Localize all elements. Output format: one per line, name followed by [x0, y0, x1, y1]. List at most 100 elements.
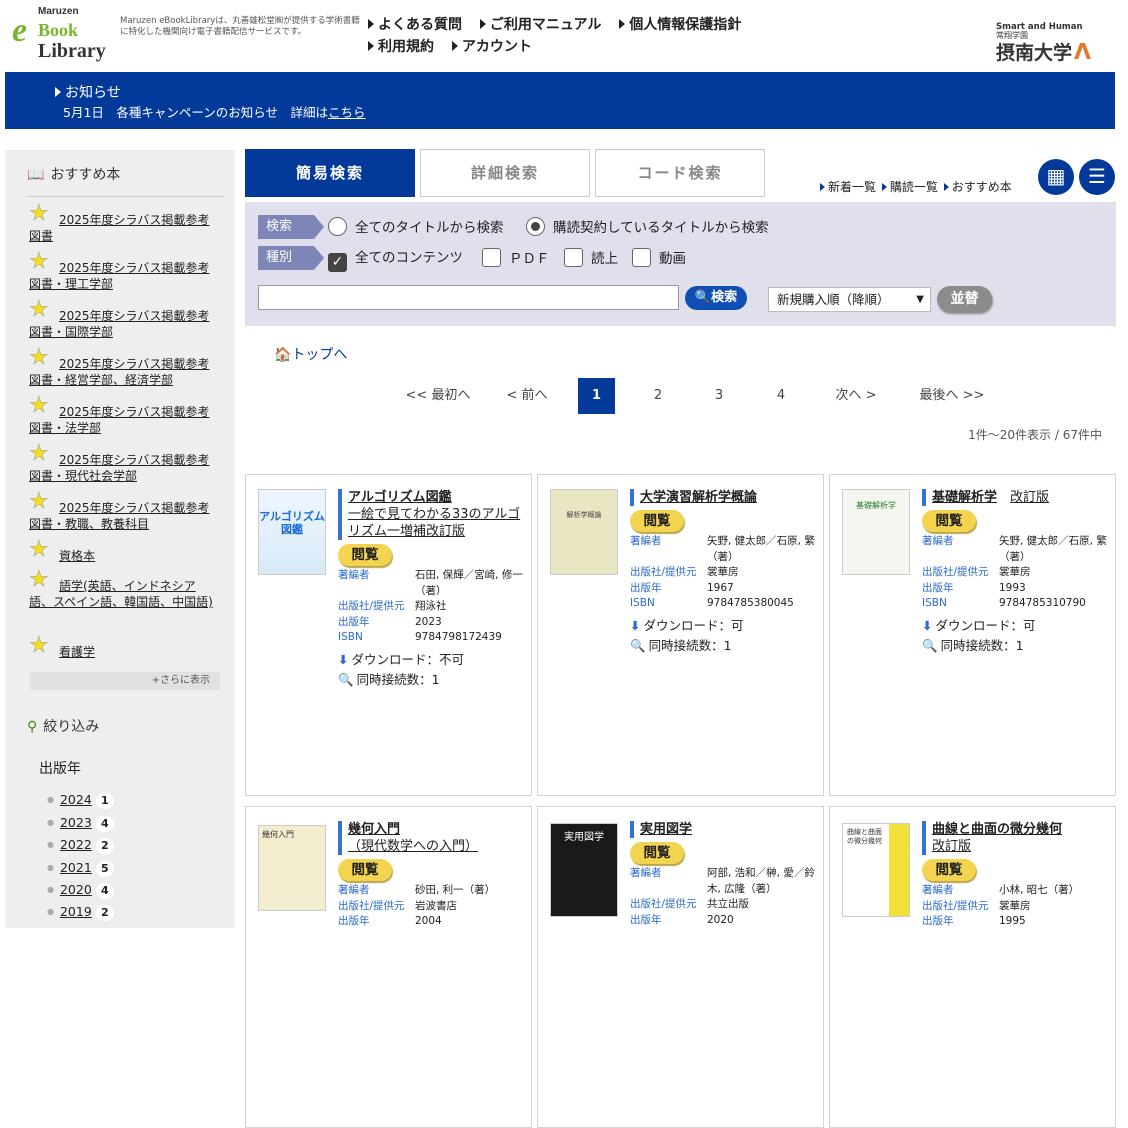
- link-recommended[interactable]: おすすめ本: [944, 180, 1012, 194]
- view-button[interactable]: 閲覧: [630, 510, 684, 532]
- nav-manual[interactable]: ご利用マニュアル: [480, 14, 602, 36]
- radio-icon[interactable]: [328, 217, 347, 236]
- book-title[interactable]: 幾何入門 （現代数学への入門）: [338, 821, 523, 855]
- view-button[interactable]: 閲覧: [922, 510, 976, 532]
- book-title[interactable]: 実用図学: [630, 821, 815, 838]
- book-subtitle[interactable]: （現代数学への入門）: [348, 839, 478, 854]
- recommend-item-link[interactable]: 2025年度シラバス掲載参考図書: [29, 213, 209, 243]
- home-link[interactable]: 🏠トップへ: [274, 344, 347, 364]
- book-subtitle[interactable]: 改訂版: [1010, 490, 1049, 505]
- recommend-item[interactable]: ★ 2025年度シラバス掲載参考図書・国際学部: [29, 298, 219, 340]
- book-cover[interactable]: 解析学概論: [550, 489, 618, 575]
- nav-privacy[interactable]: 個人情報保護指針: [619, 14, 741, 36]
- view-button[interactable]: 閲覧: [338, 544, 392, 566]
- ebook-library-logo[interactable]: Maruzen e Book Library: [12, 6, 112, 66]
- book-title[interactable]: アルゴリズム図鑑一絵で見てわかる33のアルゴリズム一増補改訂版: [338, 489, 523, 540]
- year-link[interactable]: 2019: [60, 904, 92, 919]
- page-last[interactable]: 最後へ >>: [912, 378, 992, 414]
- year-link[interactable]: 2023: [60, 815, 92, 830]
- recommend-item-link[interactable]: 2025年度シラバス掲載参考図書・教職、教養科目: [29, 501, 209, 531]
- page-2[interactable]: 2: [640, 378, 676, 414]
- recommend-item-link[interactable]: 2025年度シラバス掲載参考図書・理工学部: [29, 261, 209, 291]
- recommend-item-link[interactable]: 2025年度シラバス掲載参考図書・国際学部: [29, 309, 209, 339]
- radio-subscribed-titles[interactable]: 購読契約しているタイトルから検索: [526, 217, 769, 238]
- tab-advanced-search[interactable]: 詳細検索: [420, 149, 590, 197]
- page-3[interactable]: 3: [701, 378, 737, 414]
- recommend-item-link[interactable]: 語学(英語、インドネシア語、スペイン語、韓国語、中国語): [29, 579, 213, 609]
- checkbox-video[interactable]: 動画: [632, 248, 686, 269]
- recommend-item-link[interactable]: 2025年度シラバス掲載参考図書・経営学部、経済学部: [29, 357, 209, 387]
- book-title-text[interactable]: 曲線と曲面の微分幾何: [932, 822, 1062, 837]
- checkbox-icon[interactable]: [564, 248, 583, 267]
- recommend-item[interactable]: ★ 2025年度シラバス掲載参考図書・法学部: [29, 394, 219, 436]
- page-first[interactable]: << 最初へ: [402, 378, 474, 414]
- year-link[interactable]: 2020: [60, 882, 92, 897]
- book-title-text[interactable]: 大学演習解析学概論: [640, 490, 757, 505]
- link-subscriptions[interactable]: 購読一覧: [882, 180, 938, 194]
- book-subtitle[interactable]: 改訂版: [932, 839, 971, 854]
- book-cover[interactable]: 幾何入門: [258, 825, 326, 911]
- page-next[interactable]: 次へ >: [828, 378, 884, 414]
- view-button[interactable]: 閲覧: [338, 859, 392, 881]
- show-more-button[interactable]: +さらに表示: [30, 672, 220, 690]
- year-filter-item[interactable]: 20215: [47, 860, 114, 877]
- recommend-item[interactable]: ★ 2025年度シラバス掲載参考図書・現代社会学部: [29, 442, 219, 484]
- search-input[interactable]: [258, 285, 679, 310]
- recommend-item[interactable]: ★ 資格本: [29, 538, 219, 564]
- book-title[interactable]: 曲線と曲面の微分幾何 改訂版: [922, 821, 1107, 855]
- sort-button[interactable]: 並替: [937, 286, 992, 312]
- link-new-arrivals[interactable]: 新着一覧: [820, 180, 876, 194]
- book-title[interactable]: 基礎解析学 改訂版: [922, 489, 1107, 506]
- sort-select[interactable]: 新規購入順（降順） ▼: [768, 287, 931, 312]
- recommend-item[interactable]: ★ 2025年度シラバス掲載参考図書・教職、教養科目: [29, 490, 219, 532]
- book-cover[interactable]: アルゴリズム図鑑: [258, 489, 326, 575]
- nav-account[interactable]: アカウント: [452, 36, 532, 58]
- year-filter-item[interactable]: 20234: [47, 815, 114, 832]
- home-link-text[interactable]: トップへ: [291, 347, 347, 363]
- nav-faq[interactable]: よくある質問: [368, 14, 462, 36]
- recommend-item[interactable]: ★ 2025年度シラバス掲載参考図書・経営学部、経済学部: [29, 346, 219, 388]
- book-title[interactable]: 大学演習解析学概論: [630, 489, 815, 506]
- year-filter-item[interactable]: 20204: [47, 882, 114, 899]
- recommend-item-link[interactable]: 2025年度シラバス掲載参考図書・法学部: [29, 405, 209, 435]
- book-title-text[interactable]: 幾何入門: [348, 822, 400, 837]
- year-link[interactable]: 2024: [60, 792, 92, 807]
- view-button[interactable]: 閲覧: [630, 842, 684, 864]
- book-cover[interactable]: 実用図学: [550, 823, 618, 917]
- checkmark-icon[interactable]: ✓: [328, 253, 347, 272]
- book-cover[interactable]: 曲線と曲面の微分幾何: [842, 823, 910, 917]
- radio-all-titles[interactable]: 全てのタイトルから検索: [328, 217, 504, 238]
- page-4[interactable]: 4: [763, 378, 799, 414]
- year-filter-item[interactable]: 20222: [47, 837, 114, 854]
- recommend-item-link[interactable]: 2025年度シラバス掲載参考図書・現代社会学部: [29, 453, 209, 483]
- notice-link[interactable]: こちら: [328, 105, 366, 120]
- checkbox-icon[interactable]: [632, 248, 651, 267]
- page-prev[interactable]: < 前へ: [497, 378, 557, 414]
- checkbox-read-aloud[interactable]: 読上: [564, 248, 618, 269]
- checkbox-icon[interactable]: [482, 248, 501, 267]
- recommend-item[interactable]: ★ 2025年度シラバス掲載参考図書・理工学部: [29, 250, 219, 292]
- radio-checked-icon[interactable]: [526, 217, 545, 236]
- book-title-text[interactable]: 実用図学: [640, 822, 692, 837]
- book-title-text[interactable]: アルゴリズム図鑑: [348, 490, 452, 505]
- checkbox-all-contents[interactable]: ✓ 全てのコンテンツ: [328, 248, 463, 272]
- list-view-icon[interactable]: ☰: [1079, 159, 1115, 195]
- year-filter-item[interactable]: 20192: [47, 904, 114, 921]
- book-subtitle[interactable]: 一絵で見てわかる33のアルゴリズム一増補改訂版: [348, 507, 520, 539]
- checkbox-pdf[interactable]: ＰＤＦ: [482, 248, 550, 269]
- recommend-item[interactable]: ★ 看護学: [29, 634, 219, 660]
- search-button[interactable]: 🔍検索: [685, 286, 747, 310]
- tab-simple-search[interactable]: 簡易検索: [245, 149, 415, 197]
- book-cover[interactable]: 基礎解析学: [842, 489, 910, 575]
- grid-view-icon[interactable]: ▦: [1038, 159, 1074, 195]
- tab-code-search[interactable]: コード検索: [595, 149, 765, 197]
- year-link[interactable]: 2021: [60, 860, 92, 875]
- book-title-text[interactable]: 基礎解析学: [932, 490, 997, 505]
- recommend-item[interactable]: ★ 語学(英語、インドネシア語、スペイン語、韓国語、中国語): [29, 568, 219, 610]
- view-button[interactable]: 閲覧: [922, 859, 976, 881]
- recommend-item[interactable]: ★ 2025年度シラバス掲載参考図書: [29, 202, 219, 244]
- nav-terms[interactable]: 利用規約: [368, 36, 434, 58]
- page-1[interactable]: 1: [578, 378, 615, 414]
- year-link[interactable]: 2022: [60, 837, 92, 852]
- year-filter-item[interactable]: 20241: [47, 792, 114, 809]
